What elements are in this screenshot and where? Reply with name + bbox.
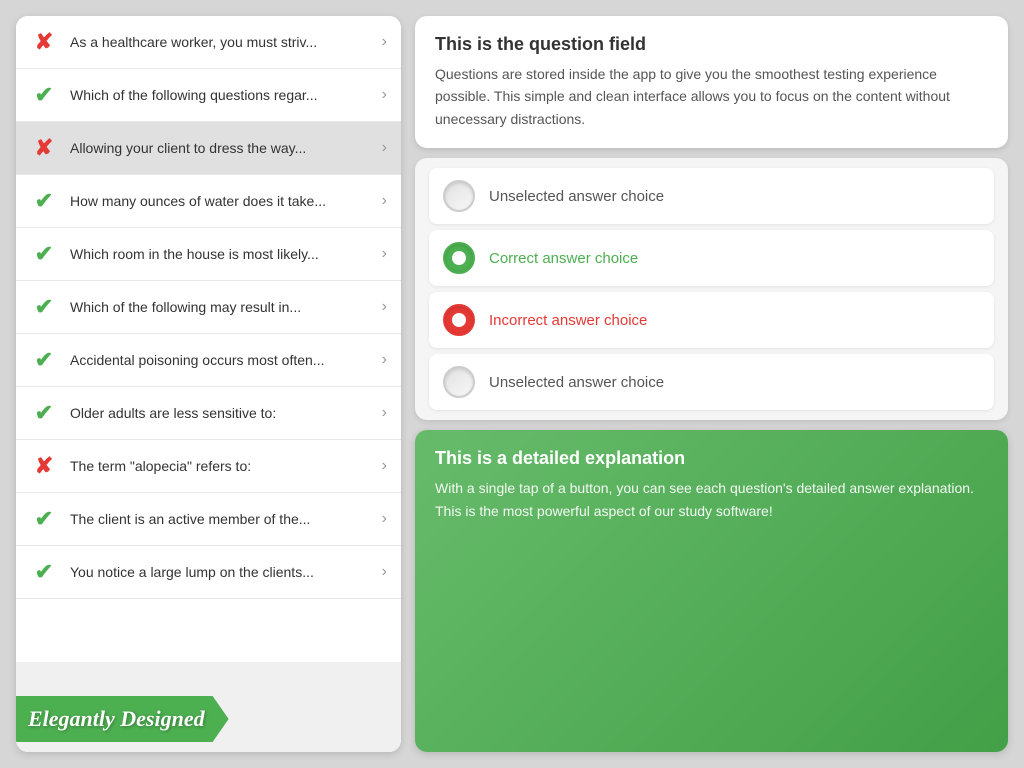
check-icon: ✔ xyxy=(30,399,58,427)
question-arrow-icon: › xyxy=(382,298,387,316)
question-text: Which of the following may result in... xyxy=(70,298,370,316)
answer-label: Unselected answer choice xyxy=(489,374,664,391)
question-field-body: Questions are stored inside the app to g… xyxy=(435,63,988,130)
answer-row[interactable]: Correct answer choice xyxy=(429,230,994,286)
question-text: The client is an active member of the... xyxy=(70,510,370,528)
question-list-item[interactable]: ✔ Accidental poisoning occurs most often.… xyxy=(16,334,401,387)
question-list-item[interactable]: ✘ The term "alopecia" refers to: › xyxy=(16,440,401,493)
radio-button[interactable] xyxy=(443,242,475,274)
question-list-item[interactable]: ✔ You notice a large lump on the clients.… xyxy=(16,546,401,599)
ribbon-text: Elegantly Designed xyxy=(28,706,205,732)
check-icon: ✔ xyxy=(30,558,58,586)
question-list-item[interactable]: ✔ Which of the following questions regar.… xyxy=(16,69,401,122)
cross-icon: ✘ xyxy=(30,28,58,56)
check-icon: ✔ xyxy=(30,81,58,109)
question-arrow-icon: › xyxy=(382,245,387,263)
cross-icon: ✘ xyxy=(30,134,58,162)
question-list-item[interactable]: ✘ As a healthcare worker, you must striv.… xyxy=(16,16,401,69)
question-text: Allowing your client to dress the way... xyxy=(70,139,370,157)
question-arrow-icon: › xyxy=(382,139,387,157)
check-icon: ✔ xyxy=(30,240,58,268)
question-text: Accidental poisoning occurs most often..… xyxy=(70,351,370,369)
explanation-body: With a single tap of a button, you can s… xyxy=(435,477,988,522)
answer-row[interactable]: Incorrect answer choice xyxy=(429,292,994,348)
question-arrow-icon: › xyxy=(382,510,387,528)
check-icon: ✔ xyxy=(30,293,58,321)
question-arrow-icon: › xyxy=(382,457,387,475)
radio-button[interactable] xyxy=(443,366,475,398)
answer-label: Unselected answer choice xyxy=(489,188,664,205)
question-text: Which of the following questions regar..… xyxy=(70,86,370,104)
answers-card: Unselected answer choice Correct answer c… xyxy=(415,158,1008,420)
radio-button[interactable] xyxy=(443,180,475,212)
question-list-item[interactable]: ✔ Which of the following may result in...… xyxy=(16,281,401,334)
question-list-item[interactable]: ✔ Older adults are less sensitive to: › xyxy=(16,387,401,440)
right-panel: This is the question field Questions are… xyxy=(415,16,1008,752)
explanation-card: This is a detailed explanation With a si… xyxy=(415,430,1008,752)
elegantly-designed-ribbon: Elegantly Designed xyxy=(16,696,229,742)
answer-row[interactable]: Unselected answer choice xyxy=(429,168,994,224)
question-arrow-icon: › xyxy=(382,192,387,210)
explanation-title: This is a detailed explanation xyxy=(435,448,988,469)
question-field-title: This is the question field xyxy=(435,34,988,55)
question-list-item[interactable]: ✔ How many ounces of water does it take..… xyxy=(16,175,401,228)
question-text: The term "alopecia" refers to: xyxy=(70,457,370,475)
question-arrow-icon: › xyxy=(382,86,387,104)
question-text: Older adults are less sensitive to: xyxy=(70,404,370,422)
question-text: You notice a large lump on the clients..… xyxy=(70,563,370,581)
question-list: ✘ As a healthcare worker, you must striv.… xyxy=(16,16,401,662)
question-text: As a healthcare worker, you must striv..… xyxy=(70,33,370,51)
radio-button[interactable] xyxy=(443,304,475,336)
question-text: How many ounces of water does it take... xyxy=(70,192,370,210)
question-list-item[interactable]: ✔ The client is an active member of the..… xyxy=(16,493,401,546)
question-list-item[interactable]: ✔ Which room in the house is most likely.… xyxy=(16,228,401,281)
question-arrow-icon: › xyxy=(382,33,387,51)
check-icon: ✔ xyxy=(30,346,58,374)
answer-row[interactable]: Unselected answer choice xyxy=(429,354,994,410)
check-icon: ✔ xyxy=(30,187,58,215)
question-text: Which room in the house is most likely..… xyxy=(70,245,370,263)
cross-icon: ✘ xyxy=(30,452,58,480)
banner-wrap: Elegantly Designed xyxy=(16,662,401,752)
question-arrow-icon: › xyxy=(382,563,387,581)
question-list-item[interactable]: ✘ Allowing your client to dress the way..… xyxy=(16,122,401,175)
left-panel: ✘ As a healthcare worker, you must striv.… xyxy=(16,16,401,752)
answer-label: Incorrect answer choice xyxy=(489,312,647,329)
answer-label: Correct answer choice xyxy=(489,250,638,267)
question-field-card: This is the question field Questions are… xyxy=(415,16,1008,148)
question-arrow-icon: › xyxy=(382,351,387,369)
check-icon: ✔ xyxy=(30,505,58,533)
question-arrow-icon: › xyxy=(382,404,387,422)
